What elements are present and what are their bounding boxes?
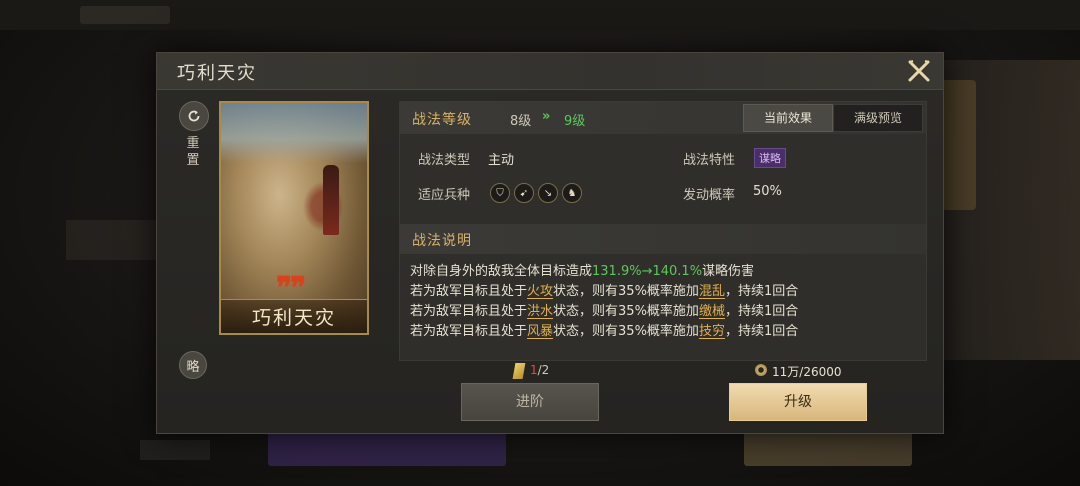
background-bottom-button bbox=[744, 432, 912, 466]
dialog-title: 巧利天灾 bbox=[177, 63, 257, 84]
card-sky bbox=[221, 103, 367, 163]
trait-badge: 谋略 bbox=[754, 148, 786, 168]
close-button[interactable] bbox=[907, 59, 931, 83]
reset-icon bbox=[188, 110, 200, 122]
background-bottom-label bbox=[140, 440, 210, 460]
background-purple-bar bbox=[268, 432, 506, 466]
reset-button[interactable] bbox=[179, 101, 209, 131]
bow-icon: ➹ bbox=[514, 183, 534, 203]
level-label: 战法等级 bbox=[412, 112, 472, 128]
skill-detail-dialog: 巧利天灾 重置 略 ❞❞ 巧利天灾 战法等级 8级 » 9级 当前效果 满级预览… bbox=[156, 52, 944, 434]
troop-type-label: 适应兵种 bbox=[418, 188, 471, 203]
advance-token-count: 1/2 bbox=[530, 363, 550, 377]
card-skill-name: 巧利天灾 bbox=[251, 307, 336, 329]
status-keyword-flood[interactable]: 洪水 bbox=[527, 304, 553, 319]
skill-card-image: ❞❞ 巧利天灾 bbox=[219, 101, 369, 335]
shield-icon: ⛉ bbox=[490, 183, 510, 203]
level-current: 8级 bbox=[510, 114, 532, 129]
status-keyword-storm[interactable]: 风暴 bbox=[527, 324, 553, 339]
description-line-3: 若为敌军目标且处于洪水状态，则有35%概率施加缴械，持续1回合 bbox=[410, 304, 799, 319]
description-header: 战法说明 bbox=[400, 224, 926, 254]
advance-token-icon bbox=[512, 363, 526, 379]
horse-icon: ♞ bbox=[562, 183, 582, 203]
status-keyword-exhaust[interactable]: 技穷 bbox=[699, 324, 725, 339]
skill-trait-label: 战法特性 bbox=[683, 153, 736, 168]
skill-description: 对除自身外的敌我全体目标造成131.9%→140.1%谋略伤害 若为敌军目标且处… bbox=[410, 262, 798, 342]
status-keyword-fire[interactable]: 火攻 bbox=[527, 284, 553, 299]
close-x-icon bbox=[908, 60, 930, 82]
trigger-chance-label: 发动概率 bbox=[683, 188, 736, 203]
damage-rate: 131.9%→140.1% bbox=[592, 264, 703, 279]
status-keyword-disarm[interactable]: 缴械 bbox=[699, 304, 725, 319]
skill-type-value: 主动 bbox=[488, 153, 515, 168]
description-line-4: 若为敌军目标且处于风暴状态，则有35%概率施加技穷，持续1回合 bbox=[410, 324, 799, 339]
description-title: 战法说明 bbox=[412, 233, 472, 249]
background-gold-element bbox=[940, 80, 976, 210]
status-keyword-chaos[interactable]: 混乱 bbox=[699, 284, 725, 299]
dialog-titlebar: 巧利天灾 bbox=[157, 53, 943, 90]
coin-count: 11万/26000 bbox=[772, 365, 842, 379]
trigger-chance-value: 50% bbox=[753, 184, 782, 199]
level-row: 战法等级 8级 » 9级 当前效果 满级预览 bbox=[400, 102, 926, 134]
tab-max-level-preview[interactable]: 满级预览 bbox=[833, 104, 923, 132]
advance-button[interactable]: 进阶 bbox=[461, 383, 599, 421]
spear-icon: ↘ bbox=[538, 183, 558, 203]
coin-icon bbox=[755, 364, 767, 376]
description-line-2: 若为敌军目标且处于火攻状态，则有35%概率施加混乱，持续1回合 bbox=[410, 284, 799, 299]
background-tab bbox=[80, 6, 170, 24]
description-line-1: 对除自身外的敌我全体目标造成131.9%→140.1%谋略伤害 bbox=[410, 264, 755, 279]
background-top-bar bbox=[0, 0, 1080, 30]
card-general-figure bbox=[323, 165, 339, 235]
level-next: 9级 bbox=[564, 114, 586, 129]
strategy-button[interactable]: 略 bbox=[179, 351, 207, 379]
reset-label: 重置 bbox=[186, 136, 200, 168]
skill-type-label: 战法类型 bbox=[418, 153, 471, 168]
tab-current-effect[interactable]: 当前效果 bbox=[743, 104, 833, 132]
level-arrow-icon: » bbox=[542, 109, 551, 124]
upgrade-button[interactable]: 升级 bbox=[729, 383, 867, 421]
skill-info-panel: 战法等级 8级 » 9级 当前效果 满级预览 战法类型 主动 战法特性 谋略 适… bbox=[399, 101, 927, 361]
background-left-button bbox=[66, 220, 166, 260]
